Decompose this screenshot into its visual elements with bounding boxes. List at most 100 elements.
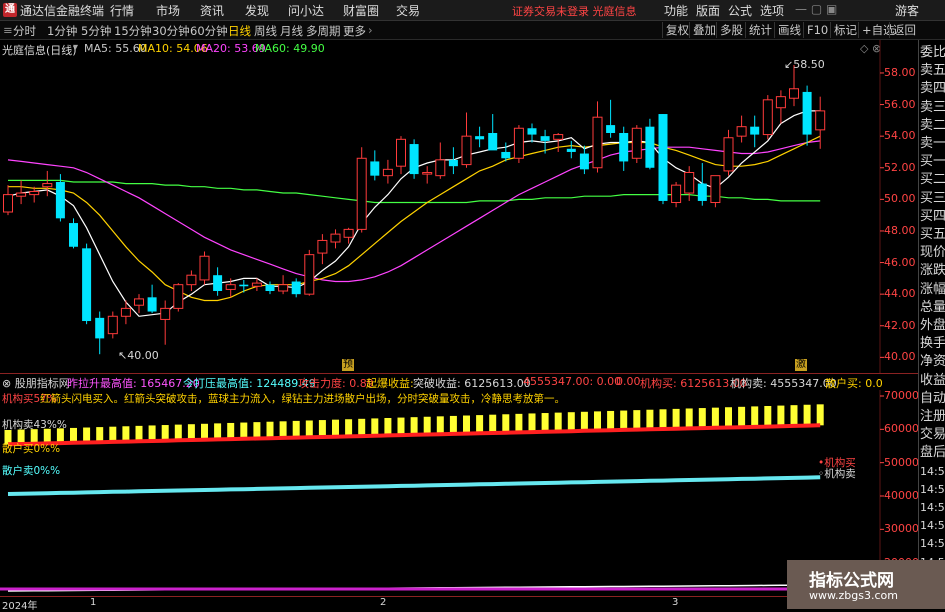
- candle-body: [134, 298, 144, 306]
- menu-trade[interactable]: 交易: [396, 2, 420, 19]
- inst-sell-bar: [489, 414, 497, 433]
- candle-body: [802, 91, 812, 135]
- sidebar-item[interactable]: 卖一: [920, 135, 945, 153]
- user-label[interactable]: 游客: [895, 2, 919, 19]
- sidebar-item[interactable]: 14:56: [920, 517, 945, 535]
- candle-body: [658, 114, 668, 201]
- inst-sell-bar: [620, 410, 628, 430]
- candle-body: [815, 110, 826, 131]
- sidebar-item[interactable]: 买二: [920, 171, 945, 189]
- period-more[interactable]: 更多: [343, 23, 366, 39]
- sidebar-item[interactable]: 盘后: [920, 444, 945, 462]
- menu-options[interactable]: 选项: [760, 2, 784, 19]
- btn-draw[interactable]: 画线: [774, 22, 804, 38]
- sidebar-item[interactable]: 注册: [920, 408, 945, 426]
- period-intraday[interactable]: 分时: [13, 23, 36, 39]
- high-annotation: ↙58.50: [784, 58, 825, 71]
- btn-overlay[interactable]: 叠加: [689, 22, 719, 38]
- price-tick-label: 54.00: [884, 129, 916, 143]
- btn-back[interactable]: 返回: [889, 22, 919, 38]
- candle-body: [16, 192, 27, 197]
- ind-item-inst-sell: 机构卖: 4555347.00: [730, 377, 837, 390]
- btn-multi-stock[interactable]: 多股: [716, 22, 746, 38]
- price-chart[interactable]: [0, 40, 918, 609]
- sidebar-item[interactable]: 换手: [920, 335, 945, 353]
- sidebar-item[interactable]: 买一: [920, 153, 945, 171]
- menu-news[interactable]: 资讯: [200, 2, 224, 19]
- candle-body: [606, 125, 616, 133]
- sidebar-item[interactable]: 14:56: [920, 499, 945, 517]
- period-60min[interactable]: 60分钟: [190, 23, 228, 39]
- sidebar-item[interactable]: 现价: [920, 244, 945, 262]
- menu-discover[interactable]: 发现: [245, 2, 269, 19]
- period-monthly[interactable]: 月线: [280, 23, 303, 39]
- sidebar-item[interactable]: 卖五: [920, 62, 945, 80]
- sidebar-item[interactable]: 买四: [920, 208, 945, 226]
- candle-body: [409, 144, 419, 175]
- menu-wealth[interactable]: 财富圈: [343, 2, 379, 19]
- sidebar-item[interactable]: 自动: [920, 390, 945, 408]
- candle-body: [55, 181, 65, 219]
- sidebar-item[interactable]: 外盘: [920, 317, 945, 335]
- candle-body: [592, 116, 603, 169]
- sidebar-item[interactable]: 买五: [920, 226, 945, 244]
- ind-tick-label: 70000: [884, 389, 919, 402]
- inst-sell-bar: [646, 409, 654, 430]
- period-15min[interactable]: 15分钟: [114, 23, 152, 39]
- app-title: 通达信金融终端: [20, 4, 105, 18]
- period-daily[interactable]: 日线: [228, 23, 251, 39]
- sidebar-item[interactable]: 交易: [920, 426, 945, 444]
- btn-adjust[interactable]: 复权: [662, 22, 692, 38]
- candle-body: [251, 282, 262, 287]
- candle-body: [435, 159, 446, 177]
- menu-function[interactable]: 功能: [664, 2, 688, 19]
- sidebar-item[interactable]: 卖三: [920, 99, 945, 117]
- period-toolbar: ≡ 分时 1分钟 5分钟 15分钟 30分钟 60分钟 日线 周线 月线 多周期…: [0, 21, 945, 40]
- candle-body: [3, 194, 13, 213]
- sidebar-item[interactable]: 委比: [920, 44, 945, 62]
- inst-sell-bar: [109, 426, 117, 442]
- high-value: 58.50: [793, 58, 825, 71]
- inst-sell-bar: [96, 427, 104, 443]
- menu-market[interactable]: 行情: [110, 2, 134, 19]
- indicator-name[interactable]: ⊗ 股朋指标网: [2, 375, 70, 391]
- price-tick-label: 44.00: [884, 287, 916, 301]
- inst-sell-bar: [345, 419, 353, 437]
- period-multi[interactable]: 多周期: [306, 23, 341, 39]
- btn-mark[interactable]: 标记: [830, 22, 860, 38]
- period-weekly[interactable]: 周线: [254, 23, 277, 39]
- window-controls-icon[interactable]: — ▢ ▣: [795, 2, 837, 16]
- candle-body: [645, 126, 655, 168]
- btn-f10[interactable]: F10: [803, 22, 831, 38]
- sidebar-item[interactable]: 净资: [920, 353, 945, 371]
- sidebar-item[interactable]: 收益: [920, 372, 945, 390]
- period-30min[interactable]: 30分钟: [152, 23, 190, 39]
- candle-body: [461, 135, 472, 166]
- sidebar-item[interactable]: 14:56: [920, 535, 945, 553]
- sidebar-item[interactable]: 总量: [920, 299, 945, 317]
- sidebar-item[interactable]: 涨幅: [920, 281, 945, 299]
- sidebar-item[interactable]: 买三: [920, 190, 945, 208]
- price-tick-label: 46.00: [884, 255, 916, 269]
- menu-layout[interactable]: 版面: [696, 2, 720, 19]
- menu-formula[interactable]: 公式: [728, 2, 752, 19]
- price-tick-label: 50.00: [884, 192, 916, 206]
- inst-sell-bar: [725, 407, 732, 428]
- tag-pre-icon[interactable]: 预: [342, 359, 354, 371]
- sidebar-item[interactable]: 14:56: [920, 463, 945, 481]
- sidebar-item[interactable]: 卖四: [920, 80, 945, 98]
- sidebar-item[interactable]: 14:56: [920, 481, 945, 499]
- menu-markets[interactable]: 市场: [156, 2, 180, 19]
- tag-excite-icon[interactable]: 激: [795, 359, 807, 371]
- btn-stats[interactable]: 统计: [745, 22, 775, 38]
- sidebar-item[interactable]: 卖二: [920, 117, 945, 135]
- toolbar-menu-icon[interactable]: ≡: [3, 23, 13, 37]
- more-chevron-icon[interactable]: ›: [368, 23, 373, 37]
- menu-ask[interactable]: 问小达: [288, 2, 324, 19]
- period-5min[interactable]: 5分钟: [81, 23, 111, 39]
- period-1min[interactable]: 1分钟: [47, 23, 77, 39]
- sidebar-item[interactable]: 涨跌: [920, 262, 945, 280]
- inst-sell-bar: [607, 410, 615, 431]
- indicator-title: 股朋指标网: [14, 377, 70, 390]
- inst-sell-bar: [135, 425, 143, 442]
